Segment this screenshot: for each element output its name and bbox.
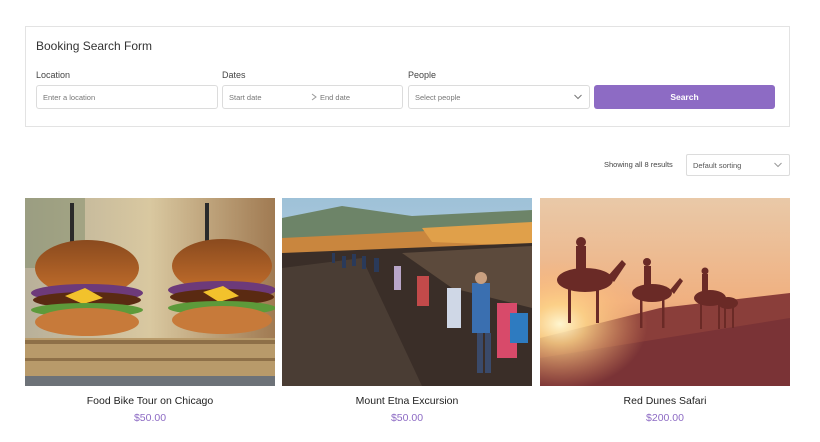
booking-search-form: Booking Search Form Location Dates Peopl… <box>25 26 790 127</box>
dates-label: Dates <box>222 70 246 80</box>
people-select[interactable]: Select people <box>408 85 590 109</box>
chevron-down-icon <box>574 94 582 100</box>
listing-price: $50.00 <box>390 412 424 424</box>
sort-value: Default sorting <box>693 160 742 170</box>
location-input[interactable]: Enter a location <box>36 85 218 109</box>
date-range-input[interactable]: Start date End date <box>222 85 403 109</box>
people-label: People <box>408 70 437 80</box>
hikers-photo[interactable] <box>282 198 532 386</box>
listing-price: $50.00 <box>133 412 167 424</box>
chevron-down-icon <box>774 162 782 168</box>
listing-title[interactable]: Food Bike Tour on Chicago <box>25 395 275 407</box>
start-date-placeholder[interactable]: Start date <box>229 93 262 102</box>
listing-card[interactable]: Red Dunes Safari $200.00 <box>540 198 790 424</box>
listing-card[interactable]: Food Bike Tour on Chicago $50.00 <box>25 198 275 424</box>
chevron-right-icon <box>311 93 317 101</box>
listing-price: $200.00 <box>646 412 684 424</box>
results-count: Showing all 8 results <box>604 160 673 169</box>
form-title: Booking Search Form <box>36 39 153 53</box>
people-value: Select people <box>415 92 461 102</box>
location-placeholder: Enter a location <box>43 92 96 102</box>
listing-title[interactable]: Mount Etna Excursion <box>282 395 532 407</box>
camels-sunset-photo[interactable] <box>540 198 790 386</box>
burgers-photo[interactable] <box>25 198 275 386</box>
search-button[interactable]: Search <box>594 85 775 109</box>
sort-select[interactable]: Default sorting <box>686 154 790 176</box>
listing-card[interactable]: Mount Etna Excursion $50.00 <box>282 198 532 424</box>
listing-title[interactable]: Red Dunes Safari <box>540 395 790 407</box>
location-label: Location <box>36 70 71 80</box>
end-date-placeholder[interactable]: End date <box>320 93 350 102</box>
